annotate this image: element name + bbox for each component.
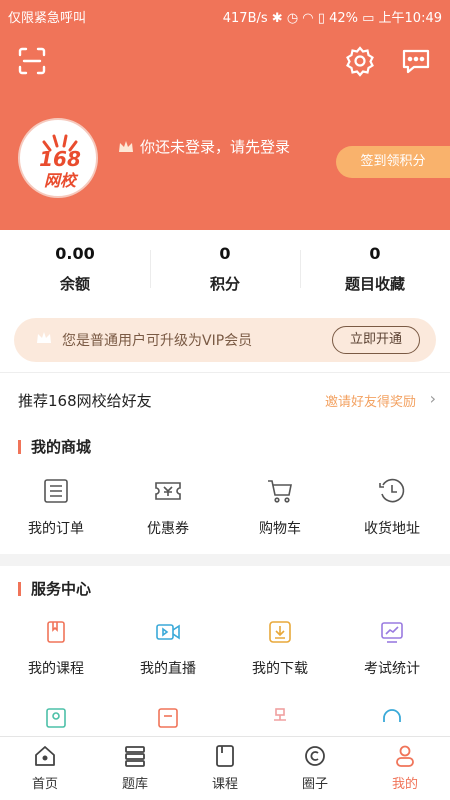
stat-value: 0 <box>369 244 381 263</box>
order-list-icon <box>44 479 68 503</box>
battery-percent: 42% <box>329 11 358 26</box>
vip-section: 您是普通用户可升级为VIP会员 立即开通 <box>0 310 450 372</box>
stat-label: 余额 <box>59 275 90 293</box>
grid-label: 我的下载 <box>252 661 308 677</box>
mall-item-cart[interactable]: 购物车 <box>224 476 336 538</box>
download-icon <box>269 621 291 643</box>
service-item-downloads[interactable]: 我的下载 <box>224 618 336 678</box>
mall-item-orders[interactable]: 我的订单 <box>0 476 112 538</box>
login-prompt-text: 你还未登录，请先登录 <box>140 138 291 156</box>
stat-label: 积分 <box>209 275 240 293</box>
section-title: 我的商城 <box>18 440 91 455</box>
grid-label: 我的课程 <box>28 661 84 677</box>
service-item-courses[interactable]: 我的课程 <box>0 618 112 678</box>
status-right: 417B/s ✱ ◷ ◠ ▯ 42% ▭ 上午10:49 <box>223 7 442 26</box>
stat-value: 0.00 <box>55 244 95 263</box>
stat-balance[interactable]: 0.00 余额 <box>0 244 150 294</box>
mall-item-address[interactable]: 收货地址 <box>336 476 448 538</box>
note-icon[interactable] <box>156 706 180 730</box>
home-icon <box>35 746 55 766</box>
vip-text: 您是普通用户可升级为VIP会员 <box>62 333 253 349</box>
service-section: 服务中心 我的课程 我的直播 我的下载 考试统计 <box>0 566 450 736</box>
tab-courses[interactable]: 课程 <box>180 743 270 792</box>
status-bar: 仅限紧急呼叫 417B/s ✱ ◷ ◠ ▯ 42% ▭ 上午10:49 <box>0 0 450 30</box>
login-prompt-row[interactable]: 你还未登录，请先登录 <box>118 136 290 157</box>
grid-label: 优惠券 <box>147 521 189 537</box>
bottom-tab-bar: 首页 题库 课程 圈子 我的 <box>0 736 450 800</box>
school-logo: 168 网校 <box>18 118 98 198</box>
stat-value: 0 <box>219 244 231 263</box>
crown-icon <box>37 332 51 343</box>
network-speed: 417B/s <box>222 11 268 26</box>
gear-icon[interactable] <box>344 45 376 77</box>
course-book-icon <box>216 745 234 767</box>
recommend-row[interactable]: 推荐168网校给好友 邀请好友得奖励 › <box>0 372 450 424</box>
invite-reward-text: 邀请好友得奖励 <box>324 395 416 410</box>
tab-profile[interactable]: 我的 <box>360 743 450 792</box>
vip-banner[interactable]: 您是普通用户可升级为VIP会员 立即开通 <box>14 318 436 362</box>
vip-open-button[interactable]: 立即开通 <box>332 326 420 354</box>
coupon-icon <box>155 482 181 500</box>
logo-number: 168 <box>39 147 81 171</box>
cart-icon <box>268 480 292 503</box>
headset-icon[interactable] <box>380 706 404 730</box>
live-icon <box>156 624 180 640</box>
grid-label: 我的直播 <box>140 661 196 677</box>
section-title: 服务中心 <box>18 582 91 597</box>
service-item-exam-stats[interactable]: 考试统计 <box>336 618 448 678</box>
chart-icon <box>381 622 403 643</box>
grid-label: 考试统计 <box>364 661 420 677</box>
stat-points[interactable]: 0 积分 <box>150 244 300 294</box>
carrier-text: 仅限紧急呼叫 <box>8 11 87 26</box>
tab-label: 首页 <box>31 777 58 792</box>
grid-label: 收货地址 <box>364 521 420 537</box>
message-icon[interactable] <box>400 45 432 77</box>
stat-label: 题目收藏 <box>344 275 405 293</box>
stats-row: 0.00 余额 0 积分 0 题目收藏 <box>0 230 450 310</box>
grid-label: 购物车 <box>259 521 301 537</box>
question-bank-icon <box>125 746 145 767</box>
logo-text: 网校 <box>44 171 79 190</box>
service-item-live[interactable]: 我的直播 <box>112 618 224 678</box>
stat-favorites[interactable]: 0 题目收藏 <box>300 244 450 294</box>
org-icon[interactable] <box>268 706 292 730</box>
tab-label: 我的 <box>391 777 418 792</box>
tab-label: 课程 <box>211 777 238 792</box>
chevron-right-icon: › <box>429 389 436 408</box>
status-icons: ✱ ◷ ◠ ▯ <box>271 11 330 26</box>
tab-label: 圈子 <box>301 777 328 792</box>
grid-label: 我的订单 <box>28 521 84 537</box>
clock-icon <box>379 478 405 503</box>
mall-section: 我的商城 我的订单 优惠券 购物车 收货地址 <box>0 424 450 554</box>
profile-card-icon[interactable] <box>44 706 68 730</box>
tab-home[interactable]: 首页 <box>0 743 90 792</box>
tab-label: 题库 <box>121 777 148 792</box>
signin-points-button[interactable]: 签到领积分 <box>336 146 450 178</box>
circle-icon <box>305 746 325 766</box>
clock-time: 上午10:49 <box>378 11 442 26</box>
scan-icon[interactable] <box>16 45 48 77</box>
mall-item-coupons[interactable]: 优惠券 <box>112 476 224 538</box>
profile-icon <box>396 745 414 767</box>
recommend-text: 推荐168网校给好友 <box>18 392 152 410</box>
crown-icon <box>119 140 133 152</box>
profile-header: 仅限紧急呼叫 417B/s ✱ ◷ ◠ ▯ 42% ▭ 上午10:49 168 … <box>0 0 450 230</box>
course-icon <box>47 621 65 643</box>
battery-icon: ▭ <box>362 11 379 26</box>
tab-circle[interactable]: 圈子 <box>270 743 360 792</box>
tab-question-bank[interactable]: 题库 <box>90 743 180 792</box>
